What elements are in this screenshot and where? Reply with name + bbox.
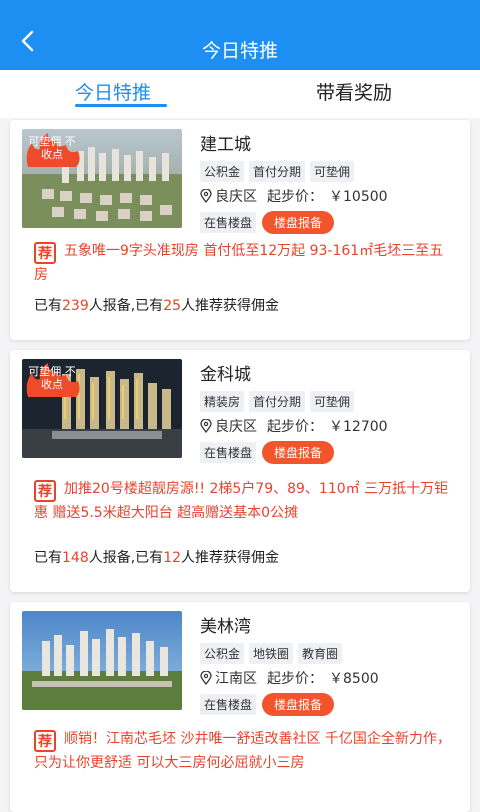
- badge-label: 可垫佣 不收点: [28, 135, 76, 161]
- listing-name: 金科城: [200, 365, 251, 385]
- location-pin-icon: [200, 419, 212, 433]
- district: 良庆区: [215, 189, 257, 205]
- status-row: 在售楼盘 楼盘报备: [200, 693, 335, 716]
- listing-card[interactable]: 可垫佣 不收点 建工城 公积金 首付分期 可垫佣 良庆区 起步价： ￥10500…: [10, 120, 470, 340]
- location-price-row: 良庆区 起步价： ￥12700: [200, 416, 388, 436]
- tag: 首付分期: [249, 391, 306, 412]
- stats-prefix: 已有: [34, 298, 62, 314]
- recommend-count: 12: [163, 550, 182, 566]
- status-row: 在售楼盘 楼盘报备: [200, 441, 335, 464]
- price: ￥10500: [329, 189, 388, 205]
- tag-list: 精装房 首付分期 可垫佣: [200, 391, 355, 412]
- recommend-icon: 荐: [34, 242, 56, 264]
- location-price-row: 江南区 起步价： ￥8500: [200, 668, 379, 688]
- location-price-row: 良庆区 起步价： ￥10500: [200, 186, 388, 206]
- promo-content: 顺销！江南芯毛坯 沙井唯一舒适改善社区 千亿国企全新力作，只为让你更舒适 可以大…: [34, 731, 451, 771]
- stats-line: 已有239人报备,已有25人推荐获得佣金: [34, 295, 279, 315]
- recommend-count: 25: [163, 298, 182, 314]
- status-badge: 在售楼盘: [200, 694, 257, 715]
- promo-text: 荐加推20号楼超靓房源!! 2梯5户79、89、110㎡ 三万抵十万钜惠 赠送5…: [34, 478, 454, 524]
- tag: 公积金: [200, 643, 245, 664]
- promo-content: 加推20号楼超靓房源!! 2梯5户79、89、110㎡ 三万抵十万钜惠 赠送5.…: [34, 481, 449, 521]
- badge-label: 可垫佣 不收点: [28, 365, 76, 391]
- status-badge: 在售楼盘: [200, 442, 257, 463]
- tag: 可垫佣: [310, 161, 355, 182]
- price: ￥12700: [329, 419, 388, 435]
- listing-card[interactable]: 可垫佣 不收点 金科城 精装房 首付分期 可垫佣 良庆区 起步价： ￥12700…: [10, 350, 470, 592]
- price-label: 起步价：: [267, 419, 323, 435]
- recommend-icon: 荐: [34, 480, 56, 502]
- tag: 精装房: [200, 391, 245, 412]
- district: 良庆区: [215, 419, 257, 435]
- stats-line: 已有148人报备,已有12人推荐获得佣金: [34, 547, 279, 567]
- tab-bar: 今日特推 带看奖励: [0, 70, 480, 118]
- tag: 地铁圈: [249, 643, 294, 664]
- report-count: 239: [62, 298, 89, 314]
- stats-mid: 人报备,已有: [88, 550, 164, 566]
- page-title: 今日特推: [201, 40, 278, 62]
- tab-today-featured[interactable]: 今日特推: [75, 78, 151, 105]
- report-button[interactable]: 楼盘报备: [262, 211, 335, 234]
- active-tab-indicator: [75, 104, 167, 107]
- top-bar: 今日特推: [0, 0, 480, 70]
- listing-name: 建工城: [200, 135, 251, 155]
- tag: 公积金: [200, 161, 245, 182]
- tab-viewing-reward[interactable]: 带看奖励: [316, 78, 392, 105]
- tag-list: 公积金 首付分期 可垫佣: [200, 161, 355, 182]
- location-pin-icon: [200, 671, 212, 685]
- price: ￥8500: [329, 671, 379, 687]
- price-label: 起步价：: [267, 671, 323, 687]
- stats-suffix: 人推荐获得佣金: [181, 298, 280, 314]
- tag: 首付分期: [249, 161, 306, 182]
- stats-suffix: 人推荐获得佣金: [181, 550, 280, 566]
- stats-prefix: 已有: [34, 550, 62, 566]
- status-badge: 在售楼盘: [200, 212, 257, 233]
- promo-text: 荐五象唯一9字头准现房 首付低至12万起 93-161㎡毛坯三至五房: [34, 240, 454, 286]
- report-count: 148: [62, 550, 89, 566]
- location-pin-icon: [200, 189, 212, 203]
- listing-image: 可垫佣 不收点: [22, 129, 182, 228]
- promo-text: 荐顺销！江南芯毛坯 沙井唯一舒适改善社区 千亿国企全新力作，只为让你更舒适 可以…: [34, 728, 454, 774]
- listing-name: 美林湾: [200, 617, 251, 637]
- report-button[interactable]: 楼盘报备: [262, 693, 335, 716]
- recommend-icon: 荐: [34, 730, 56, 752]
- status-row: 在售楼盘 楼盘报备: [200, 211, 335, 234]
- listing-image: [22, 611, 182, 710]
- listing-card[interactable]: 美林湾 公积金 地铁圈 教育圈 江南区 起步价： ￥8500 在售楼盘 楼盘报备…: [10, 602, 470, 812]
- promo-content: 五象唯一9字头准现房 首付低至12万起 93-161㎡毛坯三至五房: [34, 243, 444, 283]
- stats-mid: 人报备,已有: [88, 298, 164, 314]
- tag-list: 公积金 地铁圈 教育圈: [200, 643, 343, 664]
- tag: 教育圈: [298, 643, 343, 664]
- report-button[interactable]: 楼盘报备: [262, 441, 335, 464]
- listing-image: 可垫佣 不收点: [22, 359, 182, 458]
- tag: 可垫佣: [310, 391, 355, 412]
- price-label: 起步价：: [267, 189, 323, 205]
- district: 江南区: [215, 671, 257, 687]
